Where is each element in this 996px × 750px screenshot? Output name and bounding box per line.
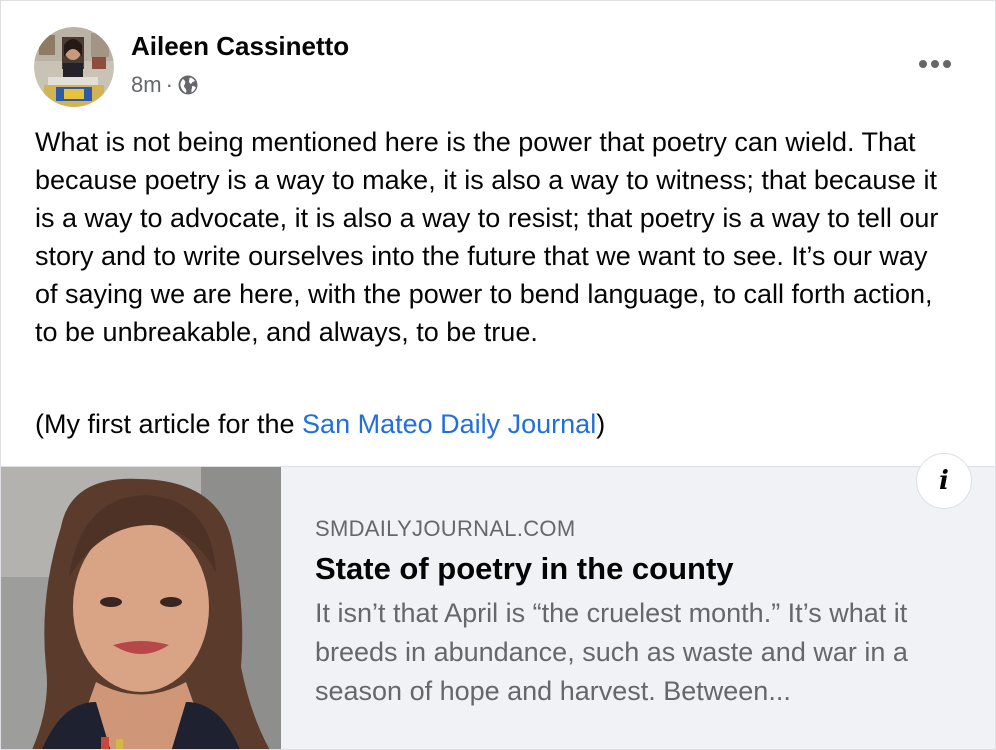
link-title[interactable]: State of poetry in the county — [315, 551, 734, 587]
author-avatar[interactable] — [34, 27, 114, 107]
more-options-button[interactable] — [908, 45, 962, 83]
post-timestamp[interactable]: 8m — [131, 71, 162, 99]
post-body: What is not being mentioned here is the … — [35, 123, 955, 351]
facebook-post: Aileen Cassinetto 8m · What is not being… — [0, 0, 996, 750]
info-button[interactable]: i — [916, 453, 972, 509]
meta-separator: · — [165, 72, 173, 97]
globe-icon[interactable] — [177, 74, 199, 96]
author-name[interactable]: Aileen Cassinetto — [131, 30, 349, 62]
link-domain: SMDAILYJOURNAL.COM — [315, 516, 576, 541]
attribution-prefix: (My first article for the — [35, 409, 303, 439]
san-mateo-daily-journal-link[interactable]: San Mateo Daily Journal — [302, 409, 596, 439]
post-paragraph: What is not being mentioned here is the … — [35, 127, 939, 347]
info-icon: i — [939, 466, 949, 496]
link-preview-card[interactable]: SMDAILYJOURNAL.COM State of poetry in th… — [1, 466, 995, 749]
link-description: It isn’t that April is “the cruelest mon… — [315, 598, 908, 706]
post-meta: 8m · — [131, 71, 199, 99]
more-horizontal-icon — [919, 60, 951, 68]
post-attribution: (My first article for the San Mateo Dail… — [35, 405, 605, 443]
attribution-suffix: ) — [596, 409, 606, 439]
article-thumbnail[interactable] — [1, 467, 281, 749]
